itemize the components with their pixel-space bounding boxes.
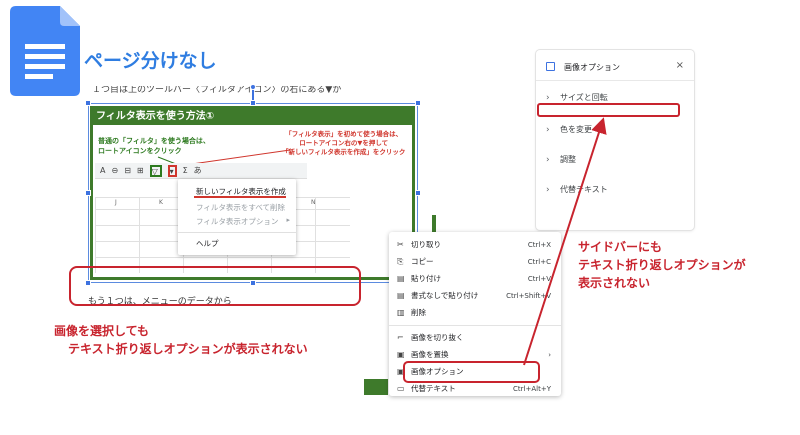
menu-item-label: 画像を切り抜く (411, 333, 464, 342)
resize-handle[interactable] (250, 100, 256, 106)
replace-image-icon: ▣ (397, 350, 405, 359)
menu-item-label: 削除 (411, 308, 426, 317)
menu-item-label: 画像を置換 (411, 350, 449, 359)
caption-right-line: サイドバーにも (578, 240, 663, 254)
filter-view-options-item: フィルタ表示オプション (196, 217, 279, 226)
comment-icon: ⊟ (124, 166, 131, 175)
menu-item-shortcut: Ctrl+Alt+Y (513, 385, 551, 393)
caption-left-line: テキスト折り返しオプションが表示されない (68, 342, 308, 356)
menu-item-label: 代替テキスト (411, 384, 456, 393)
copy-icon: ⎘ (397, 257, 404, 266)
sidebar-title: 画像オプション (564, 63, 620, 72)
close-icon[interactable]: × (676, 60, 684, 71)
resize-handle[interactable] (85, 100, 91, 106)
filter-view-menu: 新しいフィルタ表示を作成 フィルタ表示をすべて削除 フィルタ表示オプション ▸ … (178, 179, 296, 255)
sigma-icon: Σ (182, 166, 188, 175)
menu-item-label: 貼り付け (411, 274, 441, 283)
text-color-icon: A (100, 166, 106, 175)
clipboard-icon: ▤ (397, 274, 405, 283)
column-header: N (311, 199, 316, 206)
filter-funnel-icon: ▽ (149, 164, 162, 177)
sheet-toolbar: A ⊖ ⊟ ⊞ ▽ ▾ Σ あ (95, 163, 307, 179)
rotate-handle[interactable] (250, 84, 256, 90)
caption-right-line: 表示されない (578, 276, 651, 290)
page-title: ページ分けなし (84, 50, 217, 72)
sidebar-divider (536, 80, 694, 81)
resize-handle[interactable] (85, 190, 91, 196)
filter-dropdown-icon: ▾ (167, 164, 177, 177)
image-header-banner: フィルタ表示を使う方法① (93, 108, 413, 125)
chevron-right-icon: › (546, 93, 550, 103)
caption-right: サイドバーにも テキスト折り返しオプションが 表示されない (578, 238, 746, 292)
menu-item-label: コピー (411, 257, 434, 266)
resize-handle[interactable] (415, 100, 421, 106)
trash-icon: ▥ (397, 308, 405, 317)
chart-icon: ⊞ (136, 166, 144, 175)
help-item: ヘルプ (196, 239, 219, 248)
link-icon: ⊖ (111, 166, 119, 175)
annotation-box-left (69, 266, 361, 306)
note-red-line: 「フィルタ表示」を初めて使う場合は、 (285, 130, 403, 138)
input-tools-icon: あ (193, 166, 202, 175)
column-header: J (115, 199, 117, 206)
menu-item-label: 書式なしで貼り付け (411, 291, 479, 300)
caption-right-line: テキスト折り返しオプションが (578, 258, 746, 272)
chevron-right-icon: ▸ (286, 216, 290, 224)
google-docs-logo-icon (10, 6, 80, 96)
sidebar-item-label: サイズと回転 (560, 93, 608, 102)
clipboard-icon: ▤ (397, 291, 405, 300)
alt-text-icon: ▭ (397, 384, 405, 393)
menu-item-alt-text[interactable]: ▭ 代替テキスト Ctrl+Alt+Y (389, 382, 561, 396)
document-text-line: １つ目は上のツールバー〈フィルタアイコン〉の右にある▼から作成する方法 (92, 86, 342, 94)
caption-left-line: 画像を選択しても (54, 324, 150, 338)
sidebar-item-size-rotation[interactable]: › サイズと回転 (546, 92, 608, 103)
resize-handle[interactable] (415, 190, 421, 196)
scissors-icon: ✂ (397, 240, 404, 249)
highlight-underline (194, 196, 286, 198)
delete-filter-views-item: フィルタ表示をすべて削除 (196, 203, 286, 212)
column-header: K (159, 199, 163, 206)
crop-icon: ⌐ (397, 333, 404, 342)
menu-item-label: 切り取り (411, 240, 441, 249)
image-icon (546, 62, 555, 71)
menu-divider (178, 232, 296, 233)
background-image-edge (364, 379, 388, 395)
caption-left: 画像を選択しても テキスト折り返しオプションが表示されない (54, 322, 308, 358)
